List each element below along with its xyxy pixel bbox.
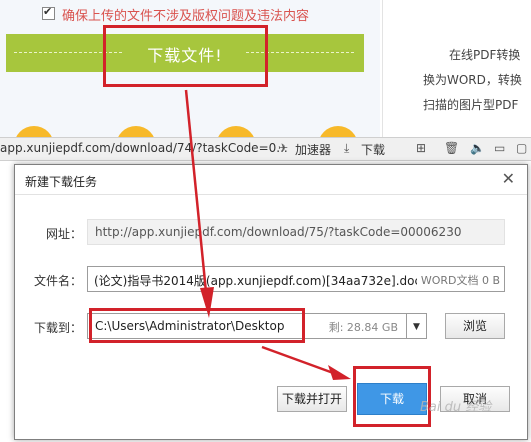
confirm-text: 确保上传的文件不涉及版权问题及违法内容	[62, 9, 310, 24]
highlight-frame-path	[89, 308, 305, 343]
page-text-line: 在线PDF转换	[449, 48, 521, 62]
file-type-size: WORD文档 0 B	[416, 272, 500, 288]
download-icon: ⤓	[344, 141, 350, 155]
page-text-line: 扫描的图片型PDF	[423, 98, 519, 112]
status-download-button[interactable]: 下载	[361, 141, 385, 158]
add-icon[interactable]: ⊞	[416, 141, 426, 155]
dialog-title: 新建下载任务	[25, 175, 98, 189]
free-space: 剩: 28.84 GB	[328, 321, 398, 334]
accelerator-button[interactable]: 加速器	[295, 141, 331, 158]
accelerator-icon: ✈	[278, 141, 289, 155]
browser-status-bar: app.xunjiepdf.com/download/74/?taskCode=…	[0, 137, 531, 161]
url-value: http://app.xunjiepdf.com/download/75/?ta…	[95, 225, 462, 239]
trash-icon[interactable]: 🗑	[444, 141, 459, 155]
page-text-line: 换为WORD，转换	[423, 73, 522, 87]
filename-input[interactable]: (论文)指导书2014版(app.xunjiepdf.com)[34aa732e…	[87, 266, 505, 292]
url-field: http://app.xunjiepdf.com/download/75/?ta…	[87, 219, 505, 245]
saveto-label: 下载到：	[34, 321, 83, 335]
title-divider	[15, 194, 527, 195]
url-label: 网址：	[46, 227, 83, 241]
web-page-right: 在线PDF转换 换为WORD，转换 扫描的图片型PDF	[382, 0, 531, 140]
chevron-down-icon[interactable]: ▼	[407, 313, 427, 339]
speaker-icon[interactable]: 🔈	[470, 141, 485, 155]
filename-label: 文件名：	[34, 274, 83, 288]
status-url: app.xunjiepdf.com/download/74/?taskCode=…	[0, 141, 288, 155]
monitor-icon[interactable]: ▭	[494, 141, 505, 155]
filename-value: (论文)指导书2014版(app.xunjiepdf.com)[34aa732e…	[94, 274, 422, 288]
confirm-checkbox[interactable]	[42, 5, 55, 20]
watermark: Bai du 经验	[420, 400, 492, 415]
highlight-frame-banner	[103, 25, 268, 87]
close-icon[interactable]: ✕	[502, 169, 515, 188]
download-and-open-button[interactable]: 下载并打开	[277, 386, 347, 412]
browse-button[interactable]: 浏览	[445, 313, 505, 339]
window-icon[interactable]: ▢	[516, 141, 527, 155]
